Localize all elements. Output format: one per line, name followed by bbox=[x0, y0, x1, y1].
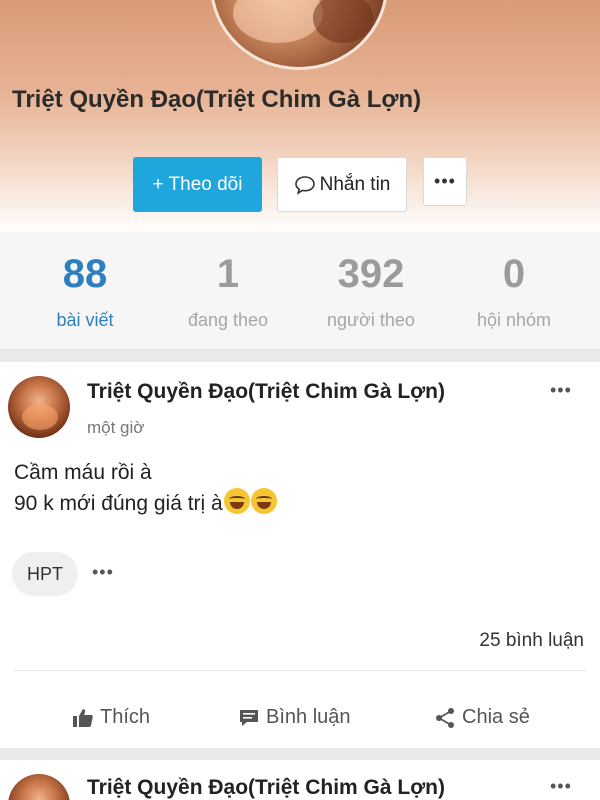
avatar-shade bbox=[313, 0, 373, 43]
profile-header: Triệt Quyền Đạo(Triệt Chim Gà Lợn) + The… bbox=[0, 0, 600, 232]
section-gap bbox=[0, 350, 600, 362]
thumbs-up-icon bbox=[73, 708, 93, 727]
stat-value: 0 bbox=[502, 252, 526, 296]
post-menu-button[interactable]: ••• bbox=[550, 380, 572, 401]
comment-label: Bình luận bbox=[266, 706, 351, 728]
share-label: Chia sẻ bbox=[462, 706, 530, 728]
post-menu-button[interactable]: ••• bbox=[550, 776, 572, 797]
post-author-avatar[interactable] bbox=[8, 376, 70, 438]
message-button[interactable]: Nhắn tin bbox=[277, 157, 407, 212]
section-gap bbox=[0, 748, 600, 760]
stat-groups[interactable]: 0 hội nhóm bbox=[439, 250, 589, 331]
more-dots-icon: ••• bbox=[434, 171, 456, 191]
chat-bubble-icon bbox=[294, 175, 315, 195]
post-timestamp: một giờ bbox=[87, 418, 145, 437]
avatar-shade bbox=[22, 404, 58, 430]
post-card: Triệt Quyền Đạo(Triệt Chim Gà Lợn) một g… bbox=[0, 362, 600, 748]
post-line: Cầm máu rồi à bbox=[14, 461, 152, 484]
tag-more-button[interactable]: ••• bbox=[92, 562, 114, 583]
like-label: Thích bbox=[100, 706, 151, 728]
tag-label: HPT bbox=[27, 563, 63, 584]
stat-label: đang theo bbox=[187, 310, 269, 330]
profile-avatar[interactable] bbox=[210, 0, 388, 70]
comment-button[interactable]: Bình luận bbox=[238, 706, 351, 729]
profile-stats: 88 bài viết 1 đang theo 392 người theo 0… bbox=[0, 232, 600, 350]
stat-value: 88 bbox=[62, 252, 108, 296]
follow-button-label: + Theo dõi bbox=[152, 173, 243, 195]
share-icon bbox=[436, 707, 454, 728]
stat-label: bài viết bbox=[56, 310, 114, 330]
comment-icon bbox=[240, 709, 258, 726]
post-author-avatar[interactable] bbox=[8, 774, 70, 800]
post-author-name[interactable]: Triệt Quyền Đạo(Triệt Chim Gà Lợn) bbox=[87, 380, 445, 404]
grinning-sweat-emoji bbox=[223, 488, 250, 514]
grinning-sweat-emoji bbox=[250, 488, 277, 514]
divider bbox=[14, 670, 586, 671]
post-line: 90 k mới đúng giá trị à bbox=[14, 488, 277, 519]
stat-followers[interactable]: 392 người theo bbox=[296, 250, 446, 331]
like-button[interactable]: Thích bbox=[72, 706, 150, 729]
post-body: Cầm máu rồi à 90 k mới đúng giá trị à bbox=[14, 458, 277, 519]
stat-posts[interactable]: 88 bài viết bbox=[10, 250, 160, 331]
profile-more-button[interactable]: ••• bbox=[423, 157, 467, 206]
post-author-name[interactable]: Triệt Quyền Đạo(Triệt Chim Gà Lợn) bbox=[87, 776, 445, 800]
stat-following[interactable]: 1 đang theo bbox=[153, 250, 303, 331]
comment-count[interactable]: 25 bình luận bbox=[479, 630, 584, 652]
author-tag-chip[interactable]: HPT bbox=[12, 552, 78, 596]
stat-label: người theo bbox=[327, 310, 415, 330]
follow-button[interactable]: + Theo dõi bbox=[133, 157, 262, 212]
post-card: Triệt Quyền Đạo(Triệt Chim Gà Lợn) ••• bbox=[0, 760, 600, 800]
message-button-label: Nhắn tin bbox=[319, 173, 391, 195]
avatar-shade bbox=[233, 0, 323, 43]
stat-value: 392 bbox=[337, 252, 405, 296]
stat-label: hội nhóm bbox=[476, 310, 552, 330]
share-button[interactable]: Chia sẻ bbox=[434, 706, 530, 729]
profile-name: Triệt Quyền Đạo(Triệt Chim Gà Lợn) bbox=[12, 86, 422, 113]
stat-value: 1 bbox=[216, 252, 240, 296]
